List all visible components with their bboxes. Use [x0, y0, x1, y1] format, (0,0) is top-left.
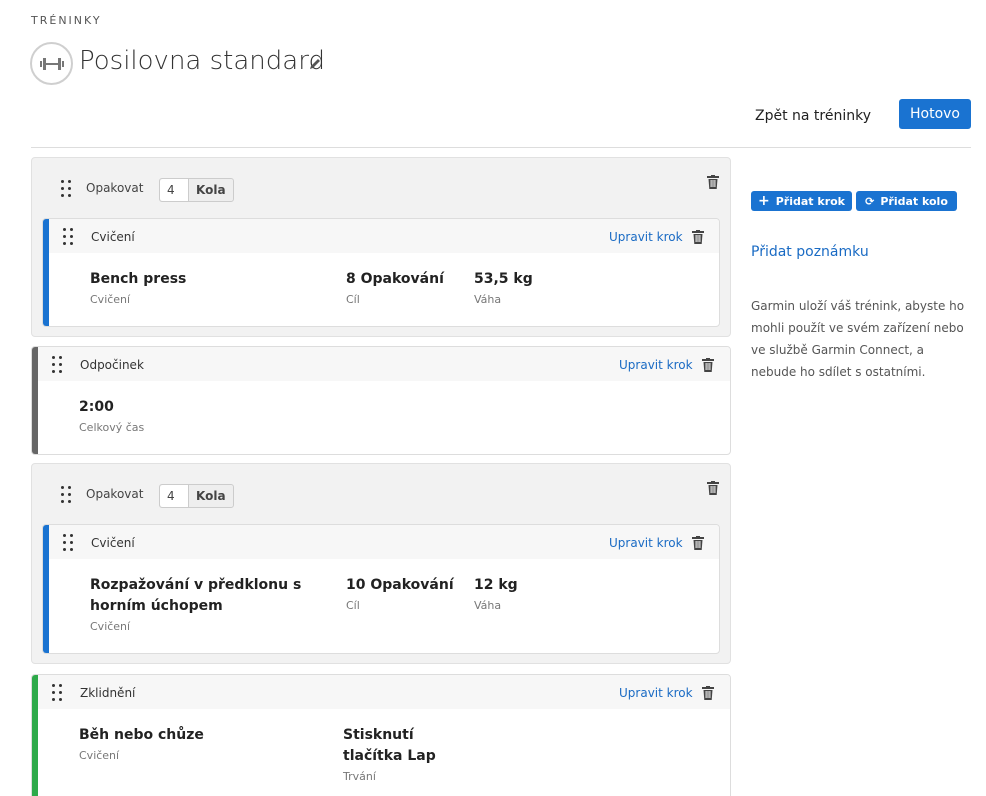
rounds-value[interactable]: 4 — [160, 179, 189, 201]
section-label: TRÉNINKY — [31, 14, 102, 27]
add-round-button[interactable]: ⟳ Přidat kolo — [856, 191, 957, 211]
privacy-info-text: Garmin uloží váš trénink, abyste ho mohl… — [751, 299, 965, 379]
rounds-input[interactable]: 4 Kola — [159, 178, 234, 202]
back-to-workouts-button[interactable]: Zpět na tréninky — [748, 100, 878, 131]
step-type-label: Cvičení — [91, 536, 135, 550]
target-caption: Cíl — [346, 293, 360, 306]
drag-handle-icon[interactable] — [61, 486, 71, 503]
trash-icon[interactable] — [702, 686, 714, 700]
add-step-label: Přidat krok — [775, 194, 845, 208]
duration-value: Stisknutí tlačítka Lap — [343, 727, 436, 764]
dumbbell-icon — [30, 42, 73, 85]
step-type-label: Odpočinek — [80, 358, 144, 372]
exercise-name-caption: Cvičení — [79, 749, 120, 762]
exercise-name: Bench press — [90, 271, 187, 287]
done-button[interactable]: Hotovo — [899, 99, 971, 129]
edit-step-link[interactable]: Upravit krok — [609, 536, 683, 550]
add-step-button[interactable]: + Přidat krok — [751, 191, 852, 211]
rounds-input[interactable]: 4 Kola — [159, 484, 234, 508]
weight-value: 12 kg — [474, 577, 518, 593]
repeat-icon: ⟳ — [865, 194, 875, 208]
trash-icon[interactable] — [692, 230, 704, 244]
drag-handle-icon[interactable] — [63, 534, 73, 551]
trash-icon[interactable] — [692, 536, 704, 550]
edit-step-link[interactable]: Upravit krok — [609, 230, 683, 244]
trash-icon[interactable] — [707, 481, 719, 495]
rounds-unit: Kola — [196, 489, 226, 503]
weight-caption: Váha — [474, 599, 502, 612]
exercise-name: Rozpažování v předklonu s horním úchopem — [90, 577, 302, 614]
workout-title: Posilovna standard — [79, 46, 325, 76]
step-type-label: Zklidnění — [80, 686, 136, 700]
exercise-name: Běh nebo chůze — [79, 727, 204, 743]
exercise-name-caption: Cvičení — [90, 293, 131, 306]
step-type-label: Cvičení — [91, 230, 135, 244]
edit-step-link[interactable]: Upravit krok — [619, 686, 693, 700]
target-value: 8 Opakování — [346, 271, 444, 287]
exercise-step-card: Cvičení Upravit krok Rozpažování v předk… — [42, 524, 720, 654]
plus-icon: + — [758, 193, 770, 209]
rest-duration-caption: Celkový čas — [79, 421, 145, 434]
cooldown-step-card: Zklidnění Upravit krok Běh nebo chůze Cv… — [31, 674, 731, 796]
rounds-value[interactable]: 4 — [160, 485, 189, 507]
edit-step-link[interactable]: Upravit krok — [619, 358, 693, 372]
weight-value: 53,5 kg — [474, 271, 533, 287]
repeat-block: Opakovat 4 Kola Cvičení Upravit krok Roz… — [31, 463, 731, 664]
weight-caption: Váha — [474, 293, 502, 306]
duration-caption: Trvání — [343, 770, 376, 783]
drag-handle-icon[interactable] — [61, 180, 71, 197]
exercise-step-card: Cvičení Upravit krok Bench press Cvičení… — [42, 218, 720, 327]
drag-handle-icon[interactable] — [52, 684, 62, 701]
drag-handle-icon[interactable] — [63, 228, 73, 245]
trash-icon[interactable] — [707, 175, 719, 189]
rest-duration-value: 2:00 — [79, 399, 114, 415]
trash-icon[interactable] — [702, 358, 714, 372]
rest-step-card: Odpočinek Upravit krok 2:00 Celkový čas — [31, 346, 731, 455]
rounds-unit: Kola — [196, 183, 226, 197]
add-note-link[interactable]: Přidat poznámku — [751, 244, 869, 260]
exercise-name-caption: Cvičení — [90, 620, 131, 633]
target-value: 10 Opakování — [346, 577, 454, 593]
pencil-icon[interactable] — [308, 56, 322, 75]
drag-handle-icon[interactable] — [52, 356, 62, 373]
repeat-label: Opakovat — [86, 487, 144, 501]
divider — [31, 147, 971, 148]
add-round-label: Přidat kolo — [880, 194, 948, 208]
repeat-block: Opakovat 4 Kola Cvičení Upravit krok Ben… — [31, 157, 731, 337]
target-caption: Cíl — [346, 599, 360, 612]
repeat-label: Opakovat — [86, 181, 144, 195]
